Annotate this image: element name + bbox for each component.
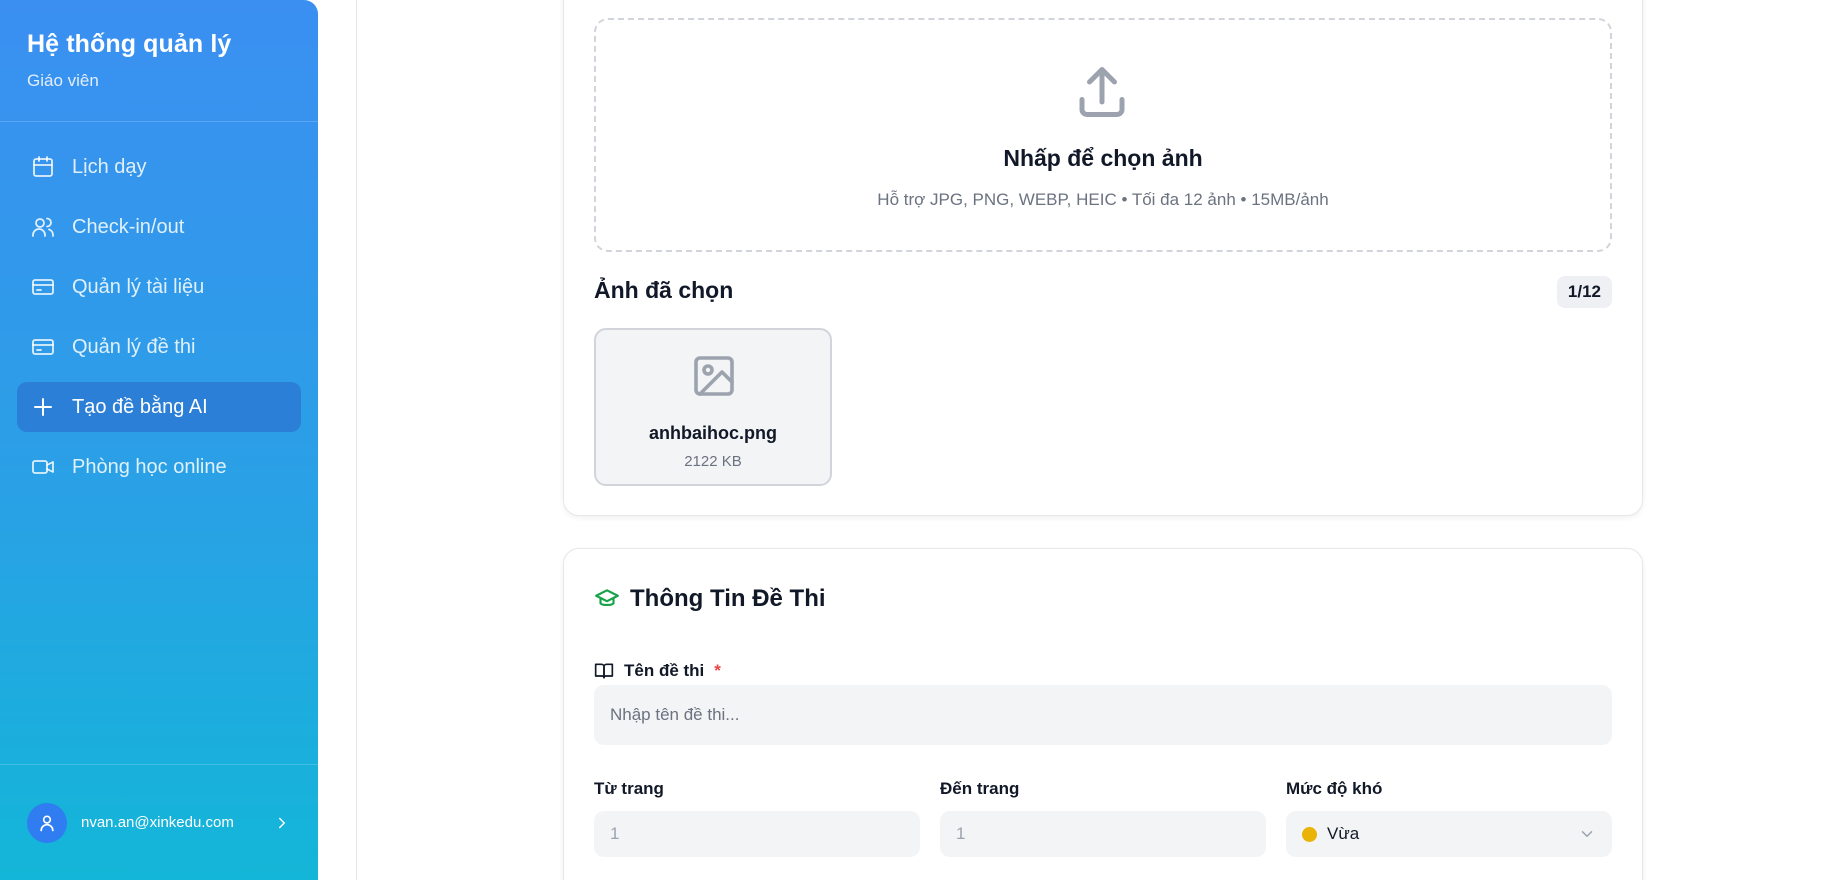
user-role: Giáo viên: [27, 71, 99, 90]
upload-card: Nhấp để chọn ảnh Hỗ trợ JPG, PNG, WEBP, …: [563, 0, 1643, 516]
image-icon: [694, 356, 734, 396]
difficulty-value: Vừa: [1327, 824, 1360, 843]
exam-icon: [32, 339, 54, 355]
field-label-text: Từ trang: [594, 779, 664, 798]
content-divider: [356, 0, 357, 880]
graduation-cap-icon: [595, 589, 619, 607]
image-thumbnail[interactable]: anhbaihoc.png 2122 KB: [594, 328, 832, 486]
sidebar-item-checkin[interactable]: Check-in/out: [17, 202, 301, 252]
sidebar-item-label: Phòng học online: [72, 455, 227, 478]
selected-count-badge: 1/12: [1556, 276, 1612, 308]
sidebar-item-schedule[interactable]: Lịch dạy: [17, 142, 301, 192]
section-title: Thông Tin Đề Thi: [630, 585, 826, 612]
plus-icon: [34, 398, 52, 416]
exam-info-header: Thông Tin Đề Thi: [594, 585, 826, 613]
field-label-text: Tên đề thi: [624, 661, 705, 680]
app-title: Hệ thống quản lý: [27, 30, 232, 58]
user-icon: [40, 815, 54, 831]
from-page-value: 1: [610, 824, 620, 843]
to-page-label: Đến trang: [940, 779, 1019, 799]
exam-info-card: Thông Tin Đề Thi Tên đề thi * Nhập tên đ…: [563, 548, 1643, 880]
difficulty-selected: Vừa: [1302, 824, 1359, 844]
sidebar-item-label: Lịch dạy: [72, 155, 147, 178]
avatar: [27, 802, 67, 843]
from-page-label: Từ trang: [594, 779, 664, 799]
exam-name-label: Tên đề thi *: [594, 661, 721, 681]
file-name: anhbaihoc.png: [649, 423, 777, 443]
sidebar-item-label: Tạo đề bằng AI: [72, 395, 208, 418]
document-icon: [32, 279, 54, 295]
user-email: nvan.an@xinkedu.com: [81, 814, 234, 831]
sidebar-item-online-class[interactable]: Phòng học online: [17, 442, 301, 492]
user-profile[interactable]: nvan.an@xinkedu.com: [0, 764, 318, 880]
sidebar-item-label: Quản lý tài liệu: [72, 275, 205, 298]
difficulty-select[interactable]: Vừa: [1286, 811, 1612, 857]
difficulty-label: Mức độ khó: [1286, 779, 1382, 799]
sidebar-item-exams[interactable]: Quản lý đề thi: [17, 322, 301, 372]
book-icon: [594, 663, 614, 679]
sidebar-nav: Lịch dạy Check-in/out Quản lý tài liệu Q…: [0, 122, 318, 522]
dropzone-hint: Hỗ trợ JPG, PNG, WEBP, HEIC • Tối đa 12 …: [877, 190, 1329, 209]
chevron-down-icon: [1581, 831, 1593, 837]
sidebar-item-ai-exam[interactable]: Tạo đề bằng AI: [17, 382, 301, 432]
difficulty-dot-icon: [1302, 826, 1317, 842]
calendar-icon: [33, 156, 53, 177]
exam-name-input[interactable]: Nhập tên đề thi...: [594, 685, 1612, 745]
sidebar-item-documents[interactable]: Quản lý tài liệu: [17, 262, 301, 312]
dropzone-title: Nhấp để chọn ảnh: [1003, 145, 1203, 171]
from-page-input[interactable]: 1: [594, 811, 920, 857]
required-mark: *: [714, 661, 721, 680]
users-icon: [32, 217, 54, 237]
field-label-text: Mức độ khó: [1286, 779, 1383, 798]
image-dropzone[interactable]: Nhấp để chọn ảnh Hỗ trợ JPG, PNG, WEBP, …: [594, 18, 1612, 252]
to-page-input[interactable]: 1: [940, 811, 1266, 857]
file-size: 2122 KB: [684, 453, 742, 470]
video-icon: [32, 460, 54, 474]
upload-icon: [1079, 67, 1125, 117]
sidebar-header: Hệ thống quản lý Giáo viên: [0, 0, 318, 122]
exam-name-placeholder: Nhập tên đề thi...: [610, 705, 740, 724]
to-page-value: 1: [956, 824, 966, 843]
sidebar-item-label: Quản lý đề thi: [72, 335, 196, 358]
selected-images-title: Ảnh đã chọn: [594, 277, 734, 303]
sidebar-item-label: Check-in/out: [72, 215, 185, 238]
chevron-right-icon: [279, 817, 285, 828]
sidebar: Hệ thống quản lý Giáo viên Lịch dạy Chec…: [0, 0, 318, 880]
field-label-text: Đến trang: [940, 779, 1020, 798]
